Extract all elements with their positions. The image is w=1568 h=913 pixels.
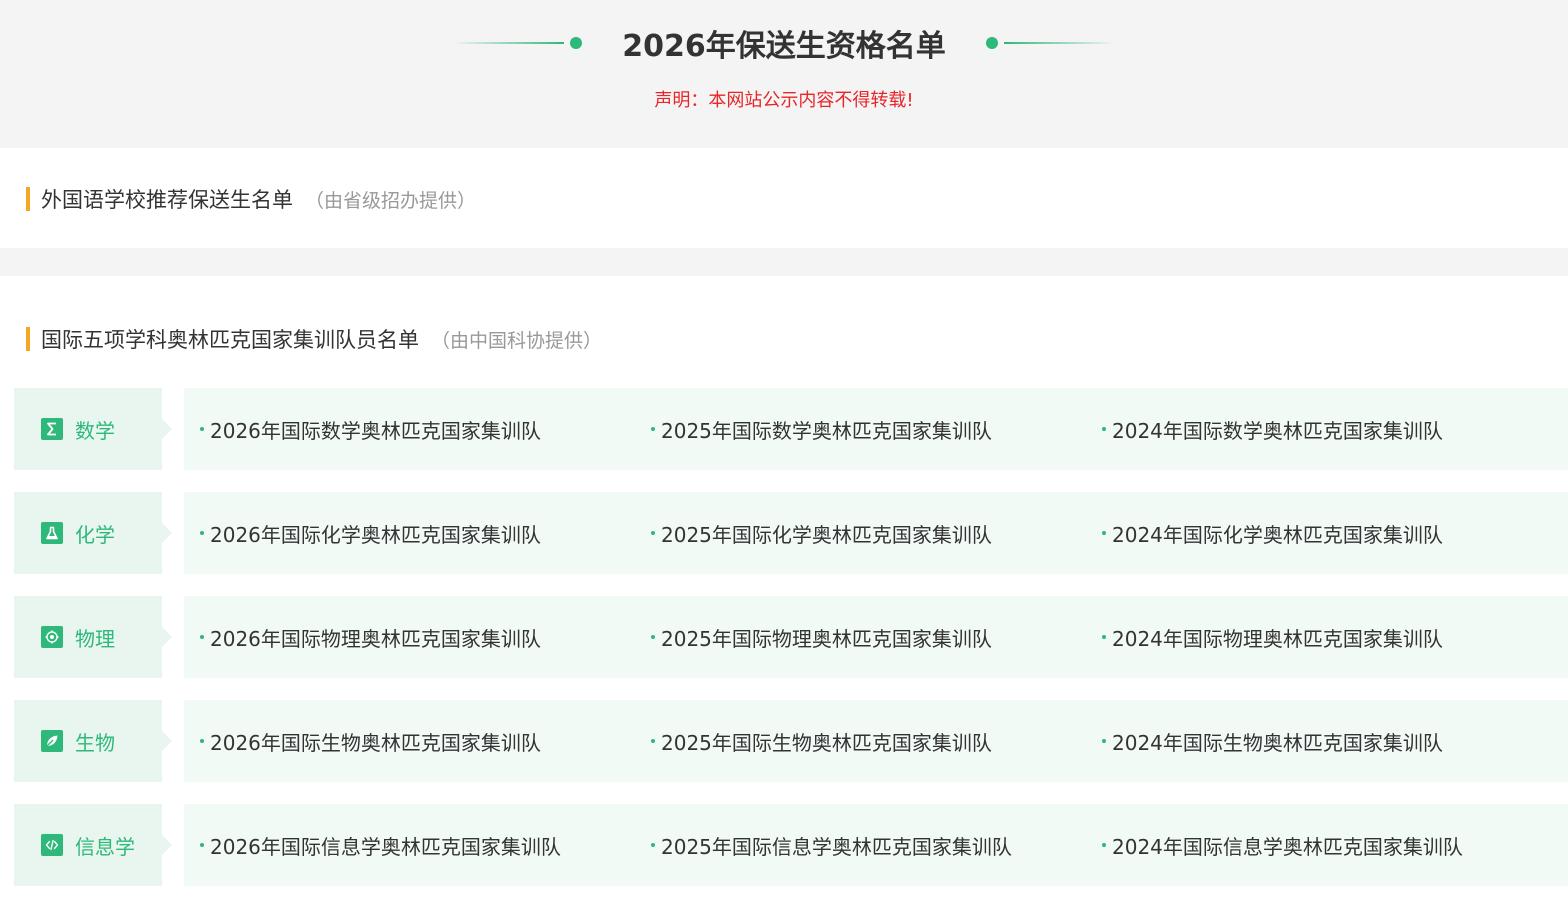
subject-links: 2026年国际数学奥林匹克国家集训队 2025年国际数学奥林匹克国家集训队 20…: [184, 388, 1568, 470]
list-link-item[interactable]: 2024年国际数学奥林匹克国家集训队: [1102, 388, 1443, 470]
title-deco-line-right: [1003, 42, 1116, 44]
link-text: 2024年国际数学奥林匹克国家集训队: [1112, 418, 1443, 443]
sigma-icon: [41, 418, 63, 440]
link-text: 2026年国际数学奥林匹克国家集训队: [210, 418, 541, 443]
list-link-item[interactable]: 2024年国际信息学奥林匹克国家集训队: [1102, 804, 1463, 886]
link-text: 2025年国际数学奥林匹克国家集训队: [661, 418, 992, 443]
link-text: 2024年国际化学奥林匹克国家集训队: [1112, 522, 1443, 547]
foreign-language-title: 外国语学校推荐保送生名单: [41, 188, 293, 212]
list-link-item[interactable]: 2024年国际化学奥林匹克国家集训队: [1102, 492, 1443, 574]
bullet-icon: [1102, 531, 1106, 535]
olympiad-title: 国际五项学科奥林匹克国家集训队员名单: [41, 328, 419, 352]
link-text: 2025年国际化学奥林匹克国家集训队: [661, 522, 992, 547]
foreign-language-section: 外国语学校推荐保送生名单 （由省级招办提供）: [0, 148, 1568, 248]
bullet-icon: [200, 427, 204, 431]
bullet-icon: [200, 739, 204, 743]
link-text: 2025年国际生物奥林匹克国家集训队: [661, 730, 992, 755]
list-link-item[interactable]: 2025年国际化学奥林匹克国家集训队: [651, 492, 992, 574]
page-title: 2026年保送生资格名单: [622, 29, 946, 64]
subject-row-chemistry: 化学 2026年国际化学奥林匹克国家集训队 2025年国际化学奥林匹克国家集训队…: [14, 492, 1568, 574]
link-text: 2026年国际物理奥林匹克国家集训队: [210, 626, 541, 651]
link-text: 2025年国际物理奥林匹克国家集训队: [661, 626, 992, 651]
olympiad-source: （由中国科协提供）: [431, 329, 603, 352]
subject-name: 生物: [75, 730, 115, 755]
subject-name: 信息学: [75, 834, 135, 859]
link-text: 2024年国际物理奥林匹克国家集训队: [1112, 626, 1443, 651]
bullet-icon: [200, 531, 204, 535]
list-link-item[interactable]: 2025年国际数学奥林匹克国家集训队: [651, 388, 992, 470]
flask-icon: [41, 522, 63, 544]
subject-label-informatics: 信息学: [14, 804, 172, 886]
section-marker-bar: [26, 327, 30, 351]
link-text: 2024年国际信息学奥林匹克国家集训队: [1112, 834, 1463, 859]
subject-row-informatics: 信息学 2026年国际信息学奥林匹克国家集训队 2025年国际信息学奥林匹克国家…: [14, 804, 1568, 886]
section-marker-bar: [26, 187, 30, 211]
list-link-item[interactable]: 2026年国际数学奥林匹克国家集训队: [200, 388, 541, 470]
bullet-icon: [200, 843, 204, 847]
list-link-item[interactable]: 2026年国际信息学奥林匹克国家集训队: [200, 804, 561, 886]
link-text: 2024年国际生物奥林匹克国家集训队: [1112, 730, 1443, 755]
foreign-language-heading[interactable]: 外国语学校推荐保送生名单 （由省级招办提供）: [26, 184, 476, 214]
bullet-icon: [651, 531, 655, 535]
subject-links: 2026年国际信息学奥林匹克国家集训队 2025年国际信息学奥林匹克国家集训队 …: [184, 804, 1568, 886]
link-text: 2025年国际信息学奥林匹克国家集训队: [661, 834, 1012, 859]
subject-label-physics: 物理: [14, 596, 172, 678]
list-link-item[interactable]: 2025年国际信息学奥林匹克国家集训队: [651, 804, 1012, 886]
olympiad-heading: 国际五项学科奥林匹克国家集训队员名单 （由中国科协提供）: [26, 324, 602, 354]
subject-name: 物理: [75, 626, 115, 651]
foreign-language-source: （由省级招办提供）: [305, 189, 477, 212]
page-header: 2026年保送生资格名单 声明：本网站公示内容不得转载!: [0, 0, 1568, 148]
subject-row-biology: 生物 2026年国际生物奥林匹克国家集训队 2025年国际生物奥林匹克国家集训队…: [14, 700, 1568, 782]
bullet-icon: [651, 843, 655, 847]
subject-label-math: 数学: [14, 388, 172, 470]
subject-links: 2026年国际化学奥林匹克国家集训队 2025年国际化学奥林匹克国家集训队 20…: [184, 492, 1568, 574]
bullet-icon: [200, 635, 204, 639]
link-text: 2026年国际信息学奥林匹克国家集训队: [210, 834, 561, 859]
subject-label-biology: 生物: [14, 700, 172, 782]
subject-links: 2026年国际生物奥林匹克国家集训队 2025年国际生物奥林匹克国家集训队 20…: [184, 700, 1568, 782]
bullet-icon: [1102, 635, 1106, 639]
link-text: 2026年国际化学奥林匹克国家集训队: [210, 522, 541, 547]
subject-label-chemistry: 化学: [14, 492, 172, 574]
section-divider: [0, 248, 1568, 276]
subject-row-math: 数学 2026年国际数学奥林匹克国家集训队 2025年国际数学奥林匹克国家集训队…: [14, 388, 1568, 470]
bullet-icon: [1102, 843, 1106, 847]
list-link-item[interactable]: 2026年国际物理奥林匹克国家集训队: [200, 596, 541, 678]
title-deco-dot-left: [570, 37, 583, 49]
list-link-item[interactable]: 2025年国际物理奥林匹克国家集训队: [651, 596, 992, 678]
list-link-item[interactable]: 2024年国际生物奥林匹克国家集训队: [1102, 700, 1443, 782]
leaf-icon: [41, 730, 63, 752]
subject-row-physics: 物理 2026年国际物理奥林匹克国家集训队 2025年国际物理奥林匹克国家集训队…: [14, 596, 1568, 678]
subject-name: 化学: [75, 522, 115, 547]
copyright-notice: 声明：本网站公示内容不得转载!: [654, 90, 914, 111]
bullet-icon: [651, 635, 655, 639]
subject-name: 数学: [75, 418, 115, 443]
list-link-item[interactable]: 2026年国际生物奥林匹克国家集训队: [200, 700, 541, 782]
subject-links: 2026年国际物理奥林匹克国家集训队 2025年国际物理奥林匹克国家集训队 20…: [184, 596, 1568, 678]
atom-icon: [41, 626, 63, 648]
bullet-icon: [1102, 739, 1106, 743]
code-icon: [41, 834, 63, 856]
link-text: 2026年国际生物奥林匹克国家集训队: [210, 730, 541, 755]
list-link-item[interactable]: 2026年国际化学奥林匹克国家集训队: [200, 492, 541, 574]
title-deco-dot-right: [985, 37, 998, 49]
bullet-icon: [651, 739, 655, 743]
list-link-item[interactable]: 2025年国际生物奥林匹克国家集训队: [651, 700, 992, 782]
title-deco-line-left: [452, 42, 565, 44]
bullet-icon: [651, 427, 655, 431]
bullet-icon: [1102, 427, 1106, 431]
list-link-item[interactable]: 2024年国际物理奥林匹克国家集训队: [1102, 596, 1443, 678]
title-row: 2026年保送生资格名单: [0, 18, 1568, 68]
